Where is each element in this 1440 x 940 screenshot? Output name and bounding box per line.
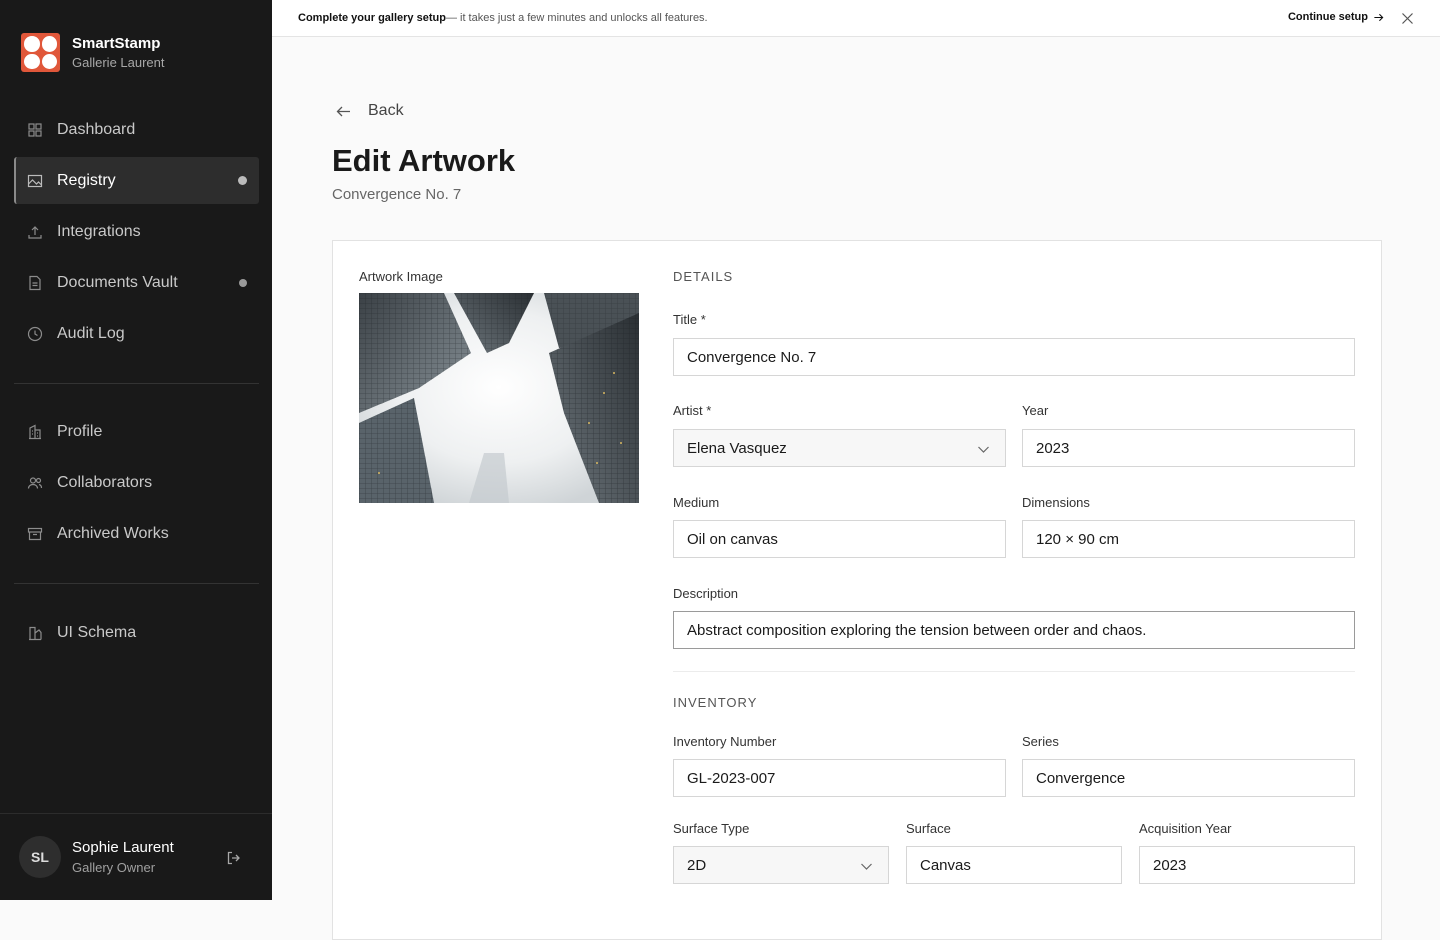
surface-label: Surface — [906, 821, 951, 836]
medium-label: Medium — [673, 495, 720, 510]
sidebar-item-ui-schema[interactable]: UI Schema — [14, 609, 259, 656]
setup-banner: Complete your gallery setup — it takes j… — [272, 0, 1440, 37]
secondary-nav: Profile Collaborators Archived Works — [14, 408, 259, 561]
sidebar-item-audit-log[interactable]: Audit Log — [14, 310, 259, 357]
clock-icon — [27, 326, 43, 341]
banner-text: — it takes just a few minutes and unlock… — [445, 12, 708, 24]
artist-label: Artist * — [673, 403, 712, 418]
divider — [14, 383, 259, 384]
user-role: Gallery Owner — [72, 860, 156, 875]
surface-type-value: 2D — [687, 856, 707, 874]
artwork-image[interactable] — [359, 293, 639, 503]
banner-title: Complete your gallery setup — [298, 12, 446, 24]
artist-select[interactable]: Elena Vasquez — [673, 429, 1006, 467]
sidebar-item-label: Integrations — [57, 222, 141, 240]
user-name: Sophie Laurent — [72, 839, 174, 856]
close-icon[interactable] — [1401, 12, 1414, 25]
user-profile: SL Sophie Laurent Gallery Owner — [0, 813, 272, 900]
edit-artwork-card: Artwork Image DETAILS Title * Convergenc… — [332, 240, 1382, 940]
schema-icon — [29, 626, 42, 640]
dimensions-field[interactable]: 120 × 90 cm — [1022, 520, 1355, 558]
upload-icon — [28, 225, 42, 239]
sidebar-item-label: Profile — [57, 422, 103, 440]
grid-icon — [28, 122, 42, 137]
sidebar-item-label: Documents Vault — [57, 273, 178, 291]
sidebar-item-label: Collaborators — [57, 473, 153, 491]
sidebar-item-label: Audit Log — [57, 324, 125, 342]
page-subtitle: Convergence No. 7 — [332, 186, 462, 203]
description-label: Description — [673, 586, 739, 601]
primary-nav: Dashboard Registry Integrations Document… — [14, 106, 259, 361]
divider — [14, 583, 259, 584]
continue-setup-link[interactable]: Continue setup — [1288, 11, 1384, 23]
status-dot — [238, 176, 247, 185]
title-field[interactable]: Convergence No. 7 — [673, 338, 1355, 376]
chevron-down-icon — [861, 863, 872, 870]
surface-type-label: Surface Type — [673, 821, 750, 836]
acquisition-year-label: Acquisition Year — [1139, 821, 1232, 836]
sidebar: SmartStamp Gallerie Laurent Dashboard Re… — [0, 0, 272, 900]
sidebar-item-label: Registry — [57, 171, 116, 189]
back-label: Back — [368, 102, 404, 119]
sidebar-item-collaborators[interactable]: Collaborators — [14, 459, 259, 506]
year-field[interactable]: 2023 — [1022, 429, 1355, 467]
sidebar-item-profile[interactable]: Profile — [14, 408, 259, 455]
sidebar-item-registry[interactable]: Registry — [14, 157, 259, 204]
back-button[interactable]: Back — [335, 102, 404, 120]
description-field[interactable]: Abstract composition exploring the tensi… — [673, 611, 1355, 649]
details-heading: DETAILS — [673, 269, 734, 284]
series-label: Series — [1022, 734, 1059, 749]
dimensions-label: Dimensions — [1022, 495, 1090, 510]
sidebar-item-label: Dashboard — [57, 120, 136, 138]
surface-type-select[interactable]: 2D — [673, 846, 889, 884]
arrow-right-icon — [1374, 13, 1384, 21]
users-icon — [27, 476, 43, 489]
tertiary-nav: UI Schema — [14, 609, 259, 660]
sidebar-item-dashboard[interactable]: Dashboard — [14, 106, 259, 153]
title-label: Title * — [673, 312, 706, 327]
year-label: Year — [1022, 403, 1049, 418]
archive-icon — [27, 527, 43, 540]
inventory-number-field[interactable]: GL-2023-007 — [673, 759, 1006, 797]
logout-icon[interactable] — [226, 850, 242, 866]
continue-setup-label: Continue setup — [1287, 11, 1368, 23]
sidebar-item-integrations[interactable]: Integrations — [14, 208, 259, 255]
sidebar-item-label: UI Schema — [57, 623, 137, 641]
avatar[interactable]: SL — [19, 836, 61, 878]
document-icon — [29, 275, 41, 290]
brand[interactable]: SmartStamp Gallerie Laurent — [21, 33, 165, 72]
page-title: Edit Artwork — [332, 143, 516, 178]
artist-select-value: Elena Vasquez — [687, 439, 787, 457]
sidebar-item-documents-vault[interactable]: Documents Vault — [14, 259, 259, 306]
series-field[interactable]: Convergence — [1022, 759, 1355, 797]
brand-name: SmartStamp — [72, 35, 161, 52]
acquisition-year-field[interactable]: 2023 — [1139, 846, 1355, 884]
inventory-number-label: Inventory Number — [673, 734, 777, 749]
status-dot — [239, 278, 247, 287]
sidebar-item-archived-works[interactable]: Archived Works — [14, 510, 259, 557]
arrow-left-icon — [336, 106, 350, 116]
surface-field[interactable]: Canvas — [906, 846, 1122, 884]
chevron-down-icon — [978, 446, 989, 453]
image-icon — [27, 174, 43, 187]
building-icon — [29, 424, 41, 439]
sidebar-item-label: Archived Works — [57, 524, 169, 542]
gallery-name: Gallerie Laurent — [72, 55, 165, 70]
artwork-image-label: Artwork Image — [359, 269, 443, 284]
section-divider — [673, 671, 1355, 672]
medium-field[interactable]: Oil on canvas — [673, 520, 1006, 558]
inventory-heading: INVENTORY — [673, 695, 758, 710]
smartstamp-logo — [21, 33, 60, 72]
